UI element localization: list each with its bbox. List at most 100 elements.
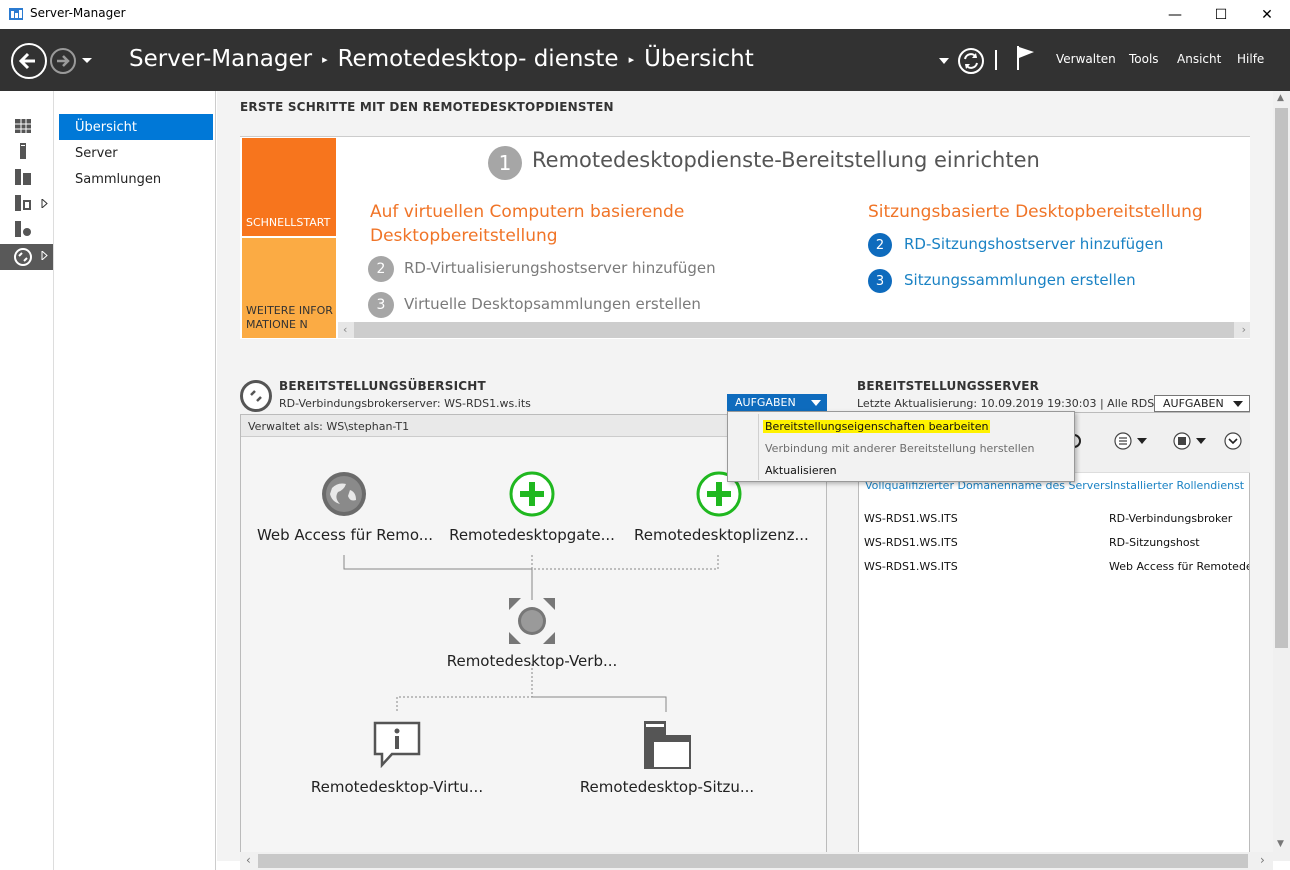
- session-step-3-link[interactable]: Sitzungssammlungen erstellen: [904, 271, 1136, 289]
- vm-step-3-badge: 3: [368, 292, 394, 318]
- session-step-3-badge: 3: [868, 269, 892, 293]
- session-deployment-title: Sitzungsbasierte Desktopbereitstellung: [868, 202, 1203, 222]
- server-manager-app-icon: [9, 8, 23, 20]
- iis-icon[interactable]: [14, 221, 32, 237]
- scroll-right-icon[interactable]: ›: [1242, 323, 1246, 336]
- table-row-2-role[interactable]: RD-Sitzungshost: [1109, 536, 1200, 549]
- role-connection-broker[interactable]: Remotedesktop-Verb...: [432, 652, 632, 670]
- deployment-overview-icon: [240, 380, 272, 412]
- forward-arrow-icon: [57, 55, 70, 67]
- horizontal-scrollbar-thumb[interactable]: [258, 854, 1248, 868]
- session-step-2-link[interactable]: RD-Sitzungshostserver hinzufügen: [904, 235, 1163, 253]
- menu-item-edit-deployment-properties[interactable]: Bereitstellungseigenschaften bearbeiten: [763, 420, 991, 433]
- local-server-icon[interactable]: [14, 143, 32, 159]
- vertical-scrollbar-thumb[interactable]: [1275, 108, 1288, 648]
- quickstart-heading: ERSTE SCHRITTE MIT DEN REMOTEDESKTOPDIEN…: [240, 100, 614, 114]
- overview-tasks-button[interactable]: AUFGABEN: [727, 394, 827, 411]
- session-host-icon[interactable]: [643, 720, 691, 770]
- servers-last-update: Letzte Aktualisierung: 10.09.2019 19:30:…: [857, 397, 1169, 410]
- tasks-dropdown-menu: Bereitstellungseigenschaften bearbeiten …: [727, 411, 1075, 482]
- remote-desktop-services-icon[interactable]: [13, 247, 33, 267]
- deployment-overview-heading: BEREITSTELLUNGSÜBERSICHT: [279, 379, 486, 393]
- menu-tools[interactable]: Tools: [1129, 52, 1159, 66]
- role-gateway[interactable]: Remotedesktopgate...: [440, 526, 624, 544]
- close-window-button[interactable]: ✕: [1244, 0, 1290, 29]
- history-dropdown-icon[interactable]: [81, 57, 93, 65]
- connection-broker-icon[interactable]: [507, 596, 557, 646]
- menu-view[interactable]: Ansicht: [1177, 52, 1221, 66]
- vm-deployment-title: Auf virtuellen Computern basierende Desk…: [370, 202, 685, 246]
- scroll-left-icon[interactable]: ‹: [246, 853, 251, 867]
- chevron-down-icon: [811, 399, 821, 406]
- main-vertical-scrollbar[interactable]: ▲ ▼: [1273, 91, 1290, 861]
- vm-step-2-link: RD-Virtualisierungshostserver hinzufügen: [404, 259, 716, 277]
- nav-item-servers[interactable]: Server: [59, 140, 213, 166]
- scroll-left-icon[interactable]: ‹: [343, 323, 347, 336]
- tab-learn-more[interactable]: WEITERE INFORMATIONE N: [242, 238, 336, 338]
- refresh-icon[interactable]: [957, 47, 985, 75]
- servers-tasks-label: AUFGABEN: [1163, 397, 1224, 410]
- table-row-1-fqdn[interactable]: WS-RDS1.WS.ITS: [864, 512, 958, 525]
- menu-item-edit-deployment-properties-label: Bereitstellungseigenschaften bearbeiten: [763, 420, 991, 433]
- table-row-3-role[interactable]: Web Access für Remotedes: [1109, 560, 1249, 573]
- dashboard-icon[interactable]: [14, 118, 32, 134]
- overview-tasks-label: AUFGABEN: [735, 396, 796, 409]
- minimize-button[interactable]: —: [1152, 0, 1198, 29]
- breadcrumb: Server-Manager ▸ Remotedesktop- dienste …: [129, 46, 754, 72]
- vm-step-3-link: Virtuelle Desktopsammlungen erstellen: [404, 295, 701, 313]
- servers-tasks-button[interactable]: AUFGABEN: [1154, 395, 1250, 412]
- file-storage-icon[interactable]: [14, 195, 32, 211]
- table-row-1-role[interactable]: RD-Verbindungsbroker: [1109, 512, 1232, 525]
- all-servers-icon[interactable]: [14, 169, 32, 185]
- globe-icon[interactable]: [320, 470, 368, 518]
- notification-flag-icon[interactable]: [1015, 45, 1037, 71]
- scroll-up-icon[interactable]: ▲: [1277, 93, 1284, 103]
- chevron-down-icon: [1233, 400, 1243, 407]
- left-icon-bar: [0, 91, 54, 870]
- role-web-access[interactable]: Web Access für Remo...: [254, 526, 436, 544]
- tab-quickstart[interactable]: SCHNELLSTART: [242, 138, 336, 236]
- forward-button[interactable]: [50, 48, 76, 74]
- breadcrumb-separator-icon: ▸: [628, 52, 635, 66]
- info-virtualization-icon[interactable]: [372, 720, 422, 768]
- list-view-icon[interactable]: [1113, 431, 1149, 451]
- close-icon: ✕: [1261, 6, 1273, 23]
- expand-arrow-icon[interactable]: [41, 199, 48, 208]
- role-virtualization-host[interactable]: Remotedesktop-Virtu...: [306, 778, 488, 796]
- menu-manage[interactable]: Verwalten: [1056, 52, 1116, 66]
- maximize-button[interactable]: ☐: [1198, 0, 1244, 29]
- header-divider: [995, 50, 997, 70]
- nav-item-overview[interactable]: Übersicht: [59, 114, 213, 140]
- menu-item-refresh[interactable]: Aktualisieren: [765, 464, 837, 477]
- app-header: Server-Manager ▸ Remotedesktop- dienste …: [0, 29, 1290, 91]
- breadcrumb-item-server-manager[interactable]: Server-Manager: [129, 46, 312, 72]
- breadcrumb-item-rds[interactable]: Remotedesktop- dienste: [338, 46, 619, 72]
- role-session-host[interactable]: Remotedesktop-Sitzu...: [576, 778, 758, 796]
- notifications-dropdown-icon[interactable]: [939, 58, 949, 65]
- quickstart-horizontal-scrollbar[interactable]: ‹ ›: [338, 322, 1250, 338]
- deployment-overview-subtitle: RD-Verbindungsbrokerserver: WS-RDS1.ws.i…: [279, 397, 531, 410]
- step-1-badge: 1: [488, 146, 522, 180]
- add-gateway-icon[interactable]: [508, 470, 556, 518]
- minimize-icon: —: [1168, 6, 1182, 23]
- deployment-servers-heading: BEREITSTELLUNGSSERVER: [857, 379, 1040, 393]
- expand-circle-icon[interactable]: [1223, 431, 1243, 451]
- scrollbar-thumb[interactable]: [354, 322, 1234, 338]
- nav-item-collections[interactable]: Sammlungen: [59, 166, 213, 192]
- scroll-right-icon[interactable]: ›: [1260, 853, 1265, 867]
- menu-help[interactable]: Hilfe: [1237, 52, 1264, 66]
- save-query-icon[interactable]: [1172, 431, 1208, 451]
- scroll-down-icon[interactable]: ▼: [1277, 839, 1284, 849]
- tab-quickstart-label: SCHNELLSTART: [246, 216, 331, 229]
- vm-step-2-badge: 2: [368, 256, 394, 282]
- main-horizontal-scrollbar[interactable]: ‹ ›: [240, 852, 1273, 870]
- maximize-icon: ☐: [1214, 6, 1228, 23]
- table-row-2-fqdn[interactable]: WS-RDS1.WS.ITS: [864, 536, 958, 549]
- back-button[interactable]: [11, 43, 47, 79]
- servers-table-body: WS-RDS1.WS.ITS RD-Verbindungsbroker WS-R…: [859, 505, 1249, 585]
- role-licensing[interactable]: Remotedesktoplizenz...: [634, 526, 809, 544]
- table-row-3-fqdn[interactable]: WS-RDS1.WS.ITS: [864, 560, 958, 573]
- menu-gutter-divider: [758, 414, 759, 480]
- column-header-role[interactable]: Installierter Rollendienst: [1110, 479, 1244, 492]
- expand-arrow-icon[interactable]: [41, 251, 48, 260]
